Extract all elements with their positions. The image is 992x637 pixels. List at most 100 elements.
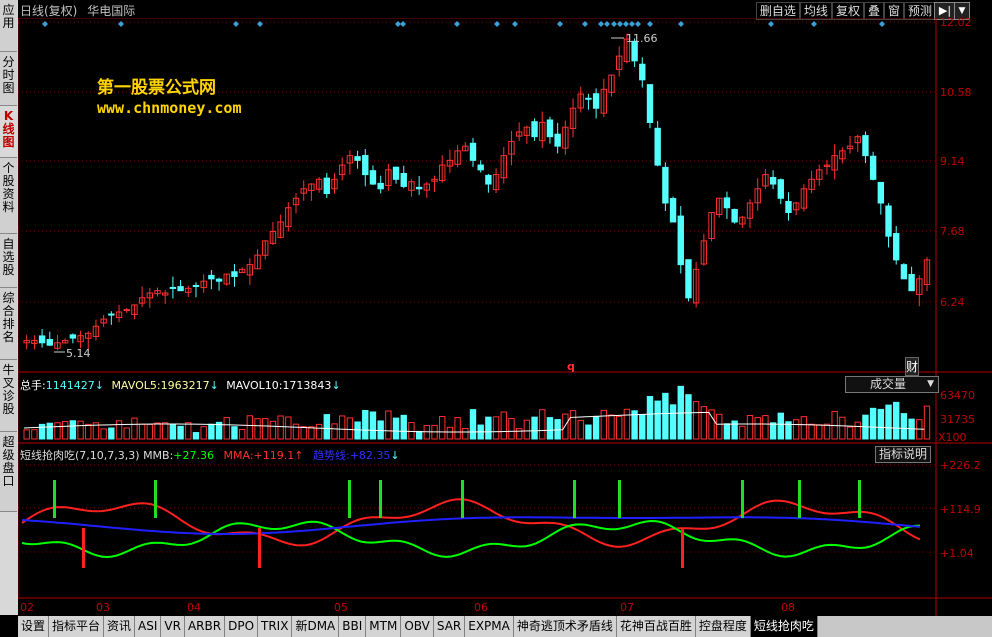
indicator-help-button[interactable]: 指标说明 — [875, 446, 931, 463]
candle-body — [908, 273, 915, 292]
bottom-tab-10[interactable]: MTM — [366, 616, 402, 637]
indicator-name[interactable]: 短线抢肉吃(7,10,7,3,3) — [20, 449, 140, 462]
candle-body — [531, 121, 538, 138]
left-tab-0[interactable]: 应 用 — [0, 0, 17, 52]
left-tab-label: 分 时 图 — [2, 55, 15, 95]
candle-body — [169, 286, 177, 289]
volume-bar — [485, 416, 492, 440]
volume-unit: X100 — [938, 431, 967, 444]
volume-bar — [846, 426, 854, 440]
volume-indicator-dropdown[interactable]: 成交量 ▼ — [845, 376, 939, 393]
volume-bar — [254, 418, 261, 440]
bottom-tab-8[interactable]: 新DMA — [292, 616, 340, 637]
candle-body — [877, 181, 885, 204]
bottom-tab-7[interactable]: TRIX — [258, 616, 293, 637]
volume-bar — [492, 416, 500, 440]
volume-bar — [600, 409, 608, 440]
candle-body — [592, 93, 600, 109]
candle-body — [885, 205, 892, 237]
indicator-tab-bar: 设置 指标平台 资讯 ASI VR ARBR DPO TRIX 新DMA BBI MTM OBV SAR… — [18, 616, 992, 637]
volume-bar — [792, 419, 800, 440]
signal-diamond-icon — [811, 21, 817, 27]
signal-diamond-icon — [611, 21, 617, 27]
volume-bar — [246, 415, 254, 440]
bottom-tab-4[interactable]: VR — [161, 616, 185, 637]
bottom-tab-6[interactable]: DPO — [225, 616, 259, 637]
signal-diamond-icon — [512, 21, 518, 27]
mmb-value: +27.36 — [173, 449, 215, 462]
volume-bar — [392, 417, 400, 440]
price-tick: 6.24 — [940, 296, 965, 309]
volume-bar — [61, 420, 69, 440]
candle-body — [377, 182, 384, 190]
volume-bar — [893, 401, 900, 440]
candle-body — [38, 335, 46, 344]
volume-bar — [446, 426, 454, 440]
candle-body — [369, 170, 377, 185]
price-tick: 7.68 — [940, 225, 965, 238]
bottom-tab-13[interactable]: EXPMA — [465, 616, 514, 637]
bottom-tab-14[interactable]: 神奇逃顶术矛盾线 — [513, 616, 617, 637]
signal-diamond-icon — [879, 21, 885, 27]
volume-bar — [577, 419, 584, 440]
volume-bar — [546, 417, 554, 440]
candle-body — [215, 278, 223, 282]
bottom-tab-2[interactable]: 资讯 — [104, 616, 136, 637]
volume-bar — [769, 422, 777, 440]
volume-bar — [562, 413, 569, 440]
volume-bar — [277, 415, 284, 440]
bottom-tab-15[interactable]: 花神百战百胜 — [616, 616, 696, 637]
volume-bar — [377, 420, 384, 440]
volume-bar — [439, 416, 446, 440]
left-tab-5[interactable]: 综 合 排 名 — [0, 288, 17, 360]
volume-bar — [554, 419, 561, 440]
candle-body — [362, 154, 369, 176]
left-tab-2[interactable]: K 线 图 — [0, 106, 17, 158]
volume-bar — [54, 422, 61, 440]
volume-bar — [131, 417, 138, 440]
candle-body — [400, 173, 407, 187]
bottom-tab-5[interactable]: ARBR — [184, 616, 226, 637]
event-marker-q[interactable]: q — [567, 360, 575, 373]
left-tab-label: 超 级 盘 口 — [2, 435, 15, 488]
left-tab-3[interactable]: 个 股 资 料 — [0, 158, 17, 234]
financial-marker[interactable]: 财 — [905, 357, 920, 376]
month-label: 02 — [20, 601, 34, 614]
volume-bar — [839, 416, 846, 440]
volume-bar — [77, 420, 84, 440]
price-tick: 12.02 — [940, 16, 972, 29]
candle-body — [646, 84, 654, 123]
candle-body — [585, 97, 592, 100]
left-tab-1[interactable]: 分 时 图 — [0, 52, 17, 106]
candle-body — [723, 197, 731, 209]
volume-bar — [500, 411, 507, 440]
left-tab-6[interactable]: 牛 叉 诊 股 — [0, 360, 17, 432]
candle-body — [192, 284, 200, 287]
bottom-tab-3[interactable]: ASI — [135, 616, 162, 637]
signal-bar — [741, 480, 744, 518]
volume-bar — [238, 428, 246, 440]
volume-bar — [739, 425, 746, 440]
left-tab-7[interactable]: 超 级 盘 口 — [0, 432, 17, 512]
bottom-tab-0[interactable]: 设置 — [18, 616, 50, 637]
signal-bar — [154, 480, 157, 518]
mavol5-value: 1963217 — [160, 379, 210, 392]
bottom-tab-16[interactable]: 控盘程度 — [695, 616, 751, 637]
trend-label: 趋势线: — [312, 449, 350, 462]
signal-bar — [258, 528, 261, 568]
bottom-tab-17[interactable]: 短线抢肉吃 — [750, 616, 818, 637]
volume-bar — [100, 428, 107, 440]
candle-body — [46, 338, 53, 346]
volume-bar — [592, 415, 600, 440]
volume-bar — [515, 428, 523, 440]
bottom-tab-11[interactable]: OBV — [401, 616, 434, 637]
volume-bar — [262, 418, 269, 440]
month-label: 07 — [620, 601, 634, 614]
left-tab-4[interactable]: 自 选 股 — [0, 234, 17, 288]
bottom-tab-1[interactable]: 指标平台 — [49, 616, 105, 637]
volume-dropdown-label: 成交量 — [870, 377, 907, 391]
bottom-tab-12[interactable]: SAR — [433, 616, 466, 637]
stock-name[interactable]: 华电国际 — [87, 4, 135, 18]
bottom-tab-9[interactable]: BBI — [339, 616, 367, 637]
indicator-tick: +1.04 — [940, 547, 974, 560]
